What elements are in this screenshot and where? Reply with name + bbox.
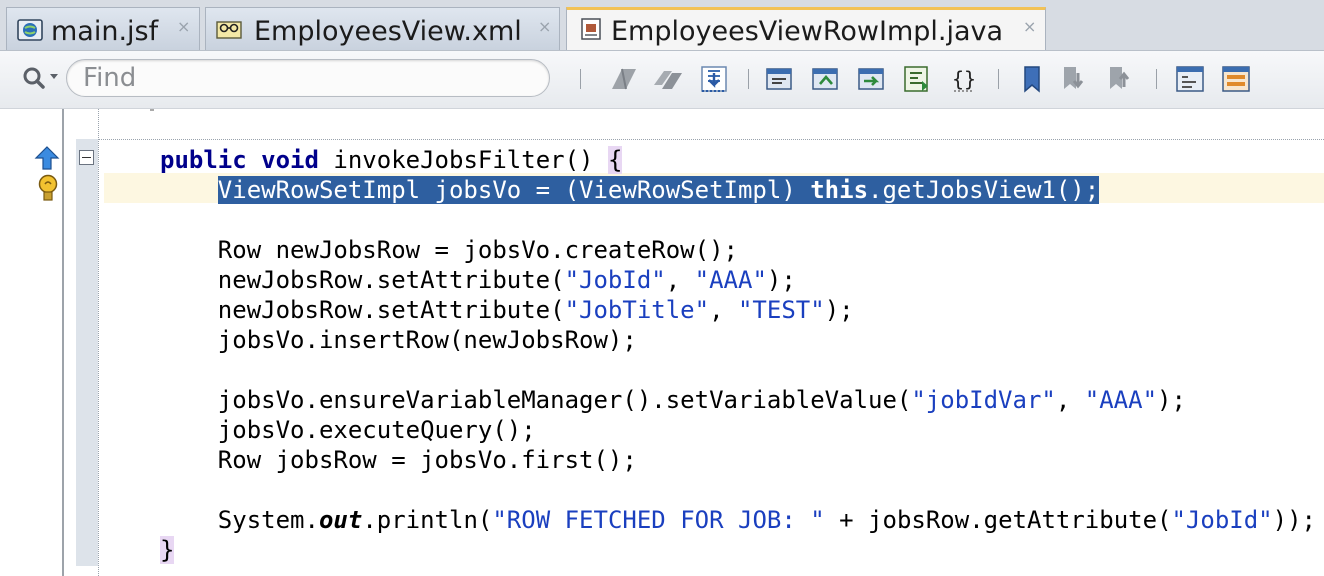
toggle-bookmark-icon[interactable] <box>1016 63 1048 95</box>
tab-main-jsf[interactable]: main.jsf × <box>6 7 200 50</box>
go-to-line-icon[interactable] <box>698 63 730 95</box>
editor-toolbar: {} <box>0 51 1324 109</box>
code-line: jobsVo.executeQuery(); <box>160 416 536 444</box>
code-text: System. <box>160 506 319 534</box>
code-text: ); <box>824 296 854 324</box>
toggle-comment-icon[interactable] <box>810 63 842 95</box>
keyword: public <box>160 146 247 174</box>
string-literal: "AAA" <box>1084 386 1158 414</box>
string-literal: "TEST" <box>737 296 825 324</box>
code-text: ); <box>766 266 796 294</box>
matching-brace: } <box>160 536 175 564</box>
java-file-icon <box>581 18 601 40</box>
text-marker <box>150 109 154 111</box>
tab-label: main.jsf <box>51 16 159 47</box>
jsf-globe-icon <box>17 19 43 41</box>
tab-employees-view-row-impl-java[interactable]: EmployeesViewRowImpl.java × <box>566 7 1046 50</box>
fold-gutter <box>76 139 98 566</box>
braces-icon[interactable]: {} <box>948 63 980 95</box>
tab-employees-view-xml[interactable]: EmployeesView.xml × <box>205 7 560 50</box>
code-line: Row newJobsRow = jobsVo.createRow(); <box>160 236 738 264</box>
code-text: .println( <box>362 506 493 534</box>
gutter-divider <box>98 109 99 576</box>
shift-right-icon[interactable] <box>1220 63 1252 95</box>
editor-tab-bar: main.jsf × EmployeesView.xml × Employees… <box>0 0 1324 51</box>
code-text: newJobsRow.setAttribute( <box>160 296 565 324</box>
toolbar-separator <box>580 69 581 89</box>
search-icon[interactable] <box>20 64 64 92</box>
string-literal: "AAA" <box>694 266 767 294</box>
close-icon[interactable]: × <box>177 17 190 36</box>
string-literal: "ROW FETCHED FOR JOB: " <box>492 506 825 534</box>
keyword: void <box>261 146 319 174</box>
code-line: newJobsRow.setAttribute("JobId", "AAA"); <box>160 265 796 295</box>
tab-label: EmployeesViewRowImpl.java <box>611 16 1004 47</box>
string-literal: "JobTitle" <box>564 296 710 324</box>
close-icon[interactable]: × <box>1023 17 1036 36</box>
code-text: ); <box>1157 386 1186 414</box>
lightbulb-hint-icon[interactable] <box>36 173 60 205</box>
keyword: this <box>810 176 869 204</box>
previous-occurrence-icon[interactable] <box>608 63 640 95</box>
code-line: System.out.println("ROW FETCHED FOR JOB:… <box>160 505 1316 535</box>
matching-brace: { <box>607 146 623 174</box>
surround-icon[interactable] <box>856 63 888 95</box>
method-separator <box>98 139 1324 140</box>
find-input[interactable] <box>66 59 550 97</box>
selected-text: ViewRowSetImpl jobsVo = (ViewRowSetImpl) <box>217 176 811 204</box>
string-literal: "jobIdVar" <box>911 386 1056 414</box>
code-line: public void invokeJobsFilter() { <box>160 145 623 175</box>
code-template-icon[interactable] <box>764 63 796 95</box>
code-text: newJobsRow.setAttribute( <box>160 266 565 294</box>
code-line: jobsVo.ensureVariableManager().setVariab… <box>160 385 1186 415</box>
svg-text:{}: {} <box>952 67 976 91</box>
toolbar-separator <box>998 69 999 89</box>
tab-label: EmployeesView.xml <box>254 16 522 47</box>
next-occurrence-icon[interactable] <box>652 63 684 95</box>
previous-bookmark-icon[interactable] <box>1106 63 1138 95</box>
code-text: , <box>665 266 695 294</box>
reformat-icon[interactable] <box>902 63 934 95</box>
code-text: , <box>709 296 738 324</box>
code-text: , <box>1055 386 1085 414</box>
toolbar-separator <box>1156 69 1157 89</box>
code-text: + jobsRow.getAttribute( <box>824 506 1172 534</box>
code-text: invokeJobsFilter() <box>318 146 608 174</box>
code-line: jobsVo.insertRow(newJobsRow); <box>160 326 637 354</box>
gutter-border <box>62 109 64 576</box>
code-line: } <box>160 535 175 565</box>
view-object-icon <box>216 21 242 39</box>
selection: ViewRowSetImpl jobsVo = (ViewRowSetImpl)… <box>217 176 1100 204</box>
shift-left-icon[interactable] <box>1174 63 1206 95</box>
toolbar-separator <box>748 69 749 89</box>
override-up-arrow-icon[interactable] <box>34 145 60 171</box>
code-text: jobsVo.ensureVariableManager().setVariab… <box>160 386 912 414</box>
selected-text: .getJobsView1(); <box>868 176 1100 204</box>
string-literal: "JobId" <box>564 266 666 294</box>
code-text: )); <box>1272 506 1316 534</box>
static-field: out <box>318 506 363 534</box>
code-line: Row jobsRow = jobsVo.first(); <box>160 446 637 474</box>
code-line-selected: ViewRowSetImpl jobsVo = (ViewRowSetImpl)… <box>160 175 1100 205</box>
close-icon[interactable]: × <box>538 17 551 36</box>
code-editor[interactable]: public void invokeJobsFilter() { ViewRow… <box>0 109 1324 576</box>
fold-collapse-icon[interactable] <box>79 150 94 165</box>
next-bookmark-icon[interactable] <box>1060 63 1092 95</box>
string-literal: "JobId" <box>1171 506 1273 534</box>
code-line: newJobsRow.setAttribute("JobTitle", "TES… <box>160 295 854 325</box>
